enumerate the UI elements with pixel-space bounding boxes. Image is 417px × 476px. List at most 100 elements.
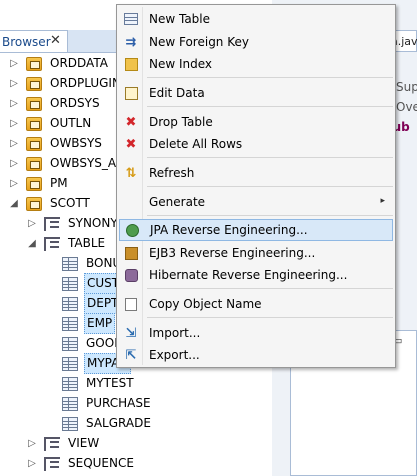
browser-tab[interactable]: Browser ✕ [0,30,68,52]
tree-item-label: SEQUENCE [68,456,134,470]
folder-icon [44,456,60,471]
context-menu: New Table ⇉ New Foreign Key New Index Ed… [116,4,396,368]
menu-separator [147,157,393,158]
menu-item-edit-data[interactable]: Edit Data [119,82,393,104]
menu-separator [147,288,393,289]
menu-item-new-foreign-key[interactable]: ⇉ New Foreign Key [119,31,393,53]
tree-item-label: PM [50,176,68,190]
menu-item-label: Export... [149,348,200,362]
tree-item-outln[interactable]: ▷ OUTLN [8,114,93,133]
copy-icon [123,296,139,312]
folder-icon [44,236,60,251]
expand-icon[interactable]: ▷ [26,438,38,449]
table-icon [62,296,78,311]
schema-icon [26,96,42,111]
tree-item-label: PURCHASE [86,396,151,410]
menu-item-jpa-reverse-engineering[interactable]: JPA Reverse Engineering... [119,219,393,241]
expand-icon[interactable]: ▷ [8,58,20,69]
menu-item-label: Copy Object Name [149,297,262,311]
tree-item-salgrade[interactable]: SALGRADE [44,414,153,433]
tree-item-label: OUTLN [50,116,92,130]
table-icon [62,396,78,411]
tree-item-scott[interactable]: ◢ SCOTT [8,194,92,213]
table-icon [62,336,78,351]
tree-item-mytest[interactable]: MYTEST [44,374,136,393]
foreign-key-icon: ⇉ [125,34,137,50]
tree-item-owbsys-audit[interactable]: ▷ OWBSYS_AU [8,154,127,173]
menu-item-label: EJB3 Reverse Engineering... [149,246,316,260]
tree-item-bonus[interactable]: BONU [44,254,123,273]
menu-separator [147,317,393,318]
menu-item-delete-all-rows[interactable]: ✖ Delete All Rows [119,133,393,155]
collapse-icon[interactable]: ◢ [8,198,20,209]
menu-item-label: New Index [149,57,213,71]
tree-item-synonym[interactable]: ▷ SYNONYM [26,214,130,233]
tree-item-owbsys[interactable]: ▷ OWBSYS [8,134,104,153]
menu-item-new-table[interactable]: New Table [119,8,393,30]
tree-item-pm[interactable]: ▷ PM [8,174,70,193]
expand-icon[interactable]: ▷ [26,458,38,469]
import-icon: ⇲ [125,325,137,341]
schema-icon [26,196,42,211]
schema-icon [26,156,42,171]
expand-icon[interactable]: ▷ [8,138,20,149]
table-icon [62,276,78,291]
tree-item-view[interactable]: ▷ VIEW [26,434,101,453]
menu-item-export[interactable]: ⇱ Export... [119,344,393,366]
table-icon [123,11,139,27]
delete-icon: ✖ [125,136,137,152]
menu-item-label: New Table [149,12,211,26]
expand-icon[interactable]: ▷ [8,98,20,109]
tree-item-label: MYTEST [86,376,134,390]
folder-icon [44,216,60,231]
browser-tab-label: Browser [2,35,51,49]
table-icon [62,416,78,431]
menu-item-label: Edit Data [149,86,205,100]
close-icon[interactable]: ✕ [50,33,61,48]
menu-separator [147,186,393,187]
menu-item-hibernate-reverse-engineering[interactable]: Hibernate Reverse Engineering... [119,264,393,286]
menu-item-refresh[interactable]: ⇅ Refresh [119,162,393,184]
expand-icon[interactable]: ▷ [8,78,20,89]
menu-separator [147,215,393,216]
schema-icon [26,136,42,151]
collapse-icon[interactable]: ◢ [26,238,38,249]
menu-item-import[interactable]: ⇲ Import... [119,322,393,344]
menu-item-copy-object-name[interactable]: Copy Object Name [119,293,393,315]
tree-item-label: EMP [84,313,116,334]
tree-item-emp[interactable]: EMP [44,313,116,334]
tree-item-label: OWBSYS [50,136,102,150]
tree-item-orddata[interactable]: ▷ ORDDATA [8,54,110,73]
folder-icon [44,436,60,451]
table-icon [62,256,78,271]
expand-icon[interactable]: ▷ [8,118,20,129]
schema-icon [26,176,42,191]
tree-item-label: TABLE [68,236,106,250]
tree-item-ordplugins[interactable]: ▷ ORDPLUGINS [8,74,131,93]
schema-icon [26,56,42,71]
table-icon [62,356,78,371]
tree-item-sequence[interactable]: ▷ SEQUENCE [26,454,136,473]
menu-item-new-index[interactable]: New Index [119,53,393,75]
menu-item-drop-table[interactable]: ✖ Drop Table [119,111,393,133]
menu-item-ejb3-reverse-engineering[interactable]: EJB3 Reverse Engineering... [119,242,393,264]
tree-item-purchase[interactable]: PURCHASE [44,394,153,413]
drop-icon: ✖ [125,114,137,130]
expand-icon[interactable]: ▷ [8,178,20,189]
table-icon [62,376,78,391]
tree-item-label: SALGRADE [86,416,151,430]
tree-item-dept[interactable]: DEPT [44,293,122,314]
tree-item-label: VIEW [68,436,100,450]
menu-item-generate[interactable]: Generate ▸ [119,191,393,213]
expand-icon[interactable]: ▷ [26,218,38,229]
menu-item-label: Hibernate Reverse Engineering... [149,268,348,282]
expand-icon[interactable]: ▷ [8,158,20,169]
schema-icon [26,116,42,131]
tree-item-ordsys[interactable]: ▷ ORDSYS [8,94,102,113]
tree-item-label: ORDDATA [50,56,108,70]
tree-item-goods[interactable]: GOOD [44,334,125,353]
menu-item-label: Generate [149,195,206,209]
tree-item-table[interactable]: ◢ TABLE [26,234,107,253]
menu-item-label: Delete All Rows [149,137,243,151]
menu-item-label: Refresh [149,166,195,180]
